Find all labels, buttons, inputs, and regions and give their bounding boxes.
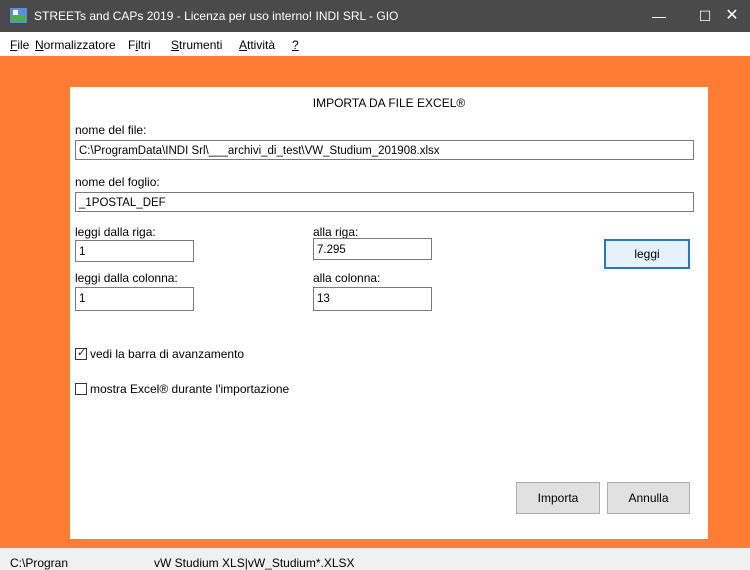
to-row-label: alla riga: [313,225,359,239]
app-icon [10,8,27,23]
cancel-button[interactable]: Annulla [607,482,690,514]
status-filter: vW Studium XLS|vW_Studium*.XLSX [154,556,355,570]
check-icon: ✓ [77,347,87,359]
to-col-field[interactable]: 13 [313,287,432,311]
menu-normalizzatore[interactable]: Normalizzatore [35,38,116,52]
menu-normalizzatore-accel: N [35,38,44,52]
sheet-name-field[interactable]: _1POSTAL_DEF [75,192,694,212]
title-bar: STREETs and CAPs 2019 - Licenza per uso … [0,0,750,32]
menu-attivita-accel: A [239,38,248,52]
show-excel-checkbox[interactable] [75,383,87,395]
menu-attivita[interactable]: Attività [239,38,275,52]
from-col-field[interactable]: 1 [75,287,194,311]
menu-normalizzatore-label: ormalizzatore [43,38,116,52]
from-col-label: leggi dalla colonna: [75,271,178,285]
show-excel-checkbox-label: mostra Excel® durante l'importazione [90,382,290,396]
progress-bar-checkbox-label: vedi la barra di avanzamento [90,347,245,361]
minimize-button[interactable]: — [636,0,682,32]
from-row-field[interactable]: 1 [75,240,194,262]
import-dialog: IMPORTA DA FILE EXCEL® nome del file: C:… [70,87,708,539]
to-col-label: alla colonna: [313,271,381,285]
status-bar: C:\Progran vW Studium XLS|vW_Studium*.XL… [0,548,750,570]
menu-strumenti[interactable]: Strumenti [171,38,222,52]
file-name-field[interactable]: C:\ProgramData\INDI Srl\___archivi_di_te… [75,140,694,160]
workspace: IMPORTA DA FILE EXCEL® nome del file: C:… [0,56,750,548]
sheet-name-label: nome del foglio: [75,175,160,189]
menu-bar: File Normalizzatore Filtri Strumenti Att… [0,32,750,56]
menu-filtri-label: ltri [138,38,151,52]
dialog-title: IMPORTA DA FILE EXCEL® [312,96,466,110]
menu-attivita-label: ttività [247,38,276,52]
menu-file[interactable]: File [10,38,29,52]
progress-bar-checkbox[interactable]: ✓ [75,347,87,360]
from-row-label: leggi dalla riga: [75,225,156,239]
to-row-field[interactable]: 7.295 [313,238,432,260]
menu-strumenti-accel: S [171,38,180,52]
file-name-label: nome del file: [75,123,147,137]
status-path: C:\Progran [10,556,69,570]
menu-file-label: ile [17,38,30,52]
import-button[interactable]: Importa [516,482,600,514]
menu-help-accel: ? [292,38,299,52]
window-title: STREETs and CAPs 2019 - Licenza per uso … [34,9,399,23]
menu-filtri[interactable]: Filtri [128,38,151,52]
menu-help[interactable]: ? [292,38,299,52]
read-button[interactable]: leggi [604,239,690,269]
menu-strumenti-label: trumenti [179,38,223,52]
close-button[interactable]: ✕ [714,0,750,32]
